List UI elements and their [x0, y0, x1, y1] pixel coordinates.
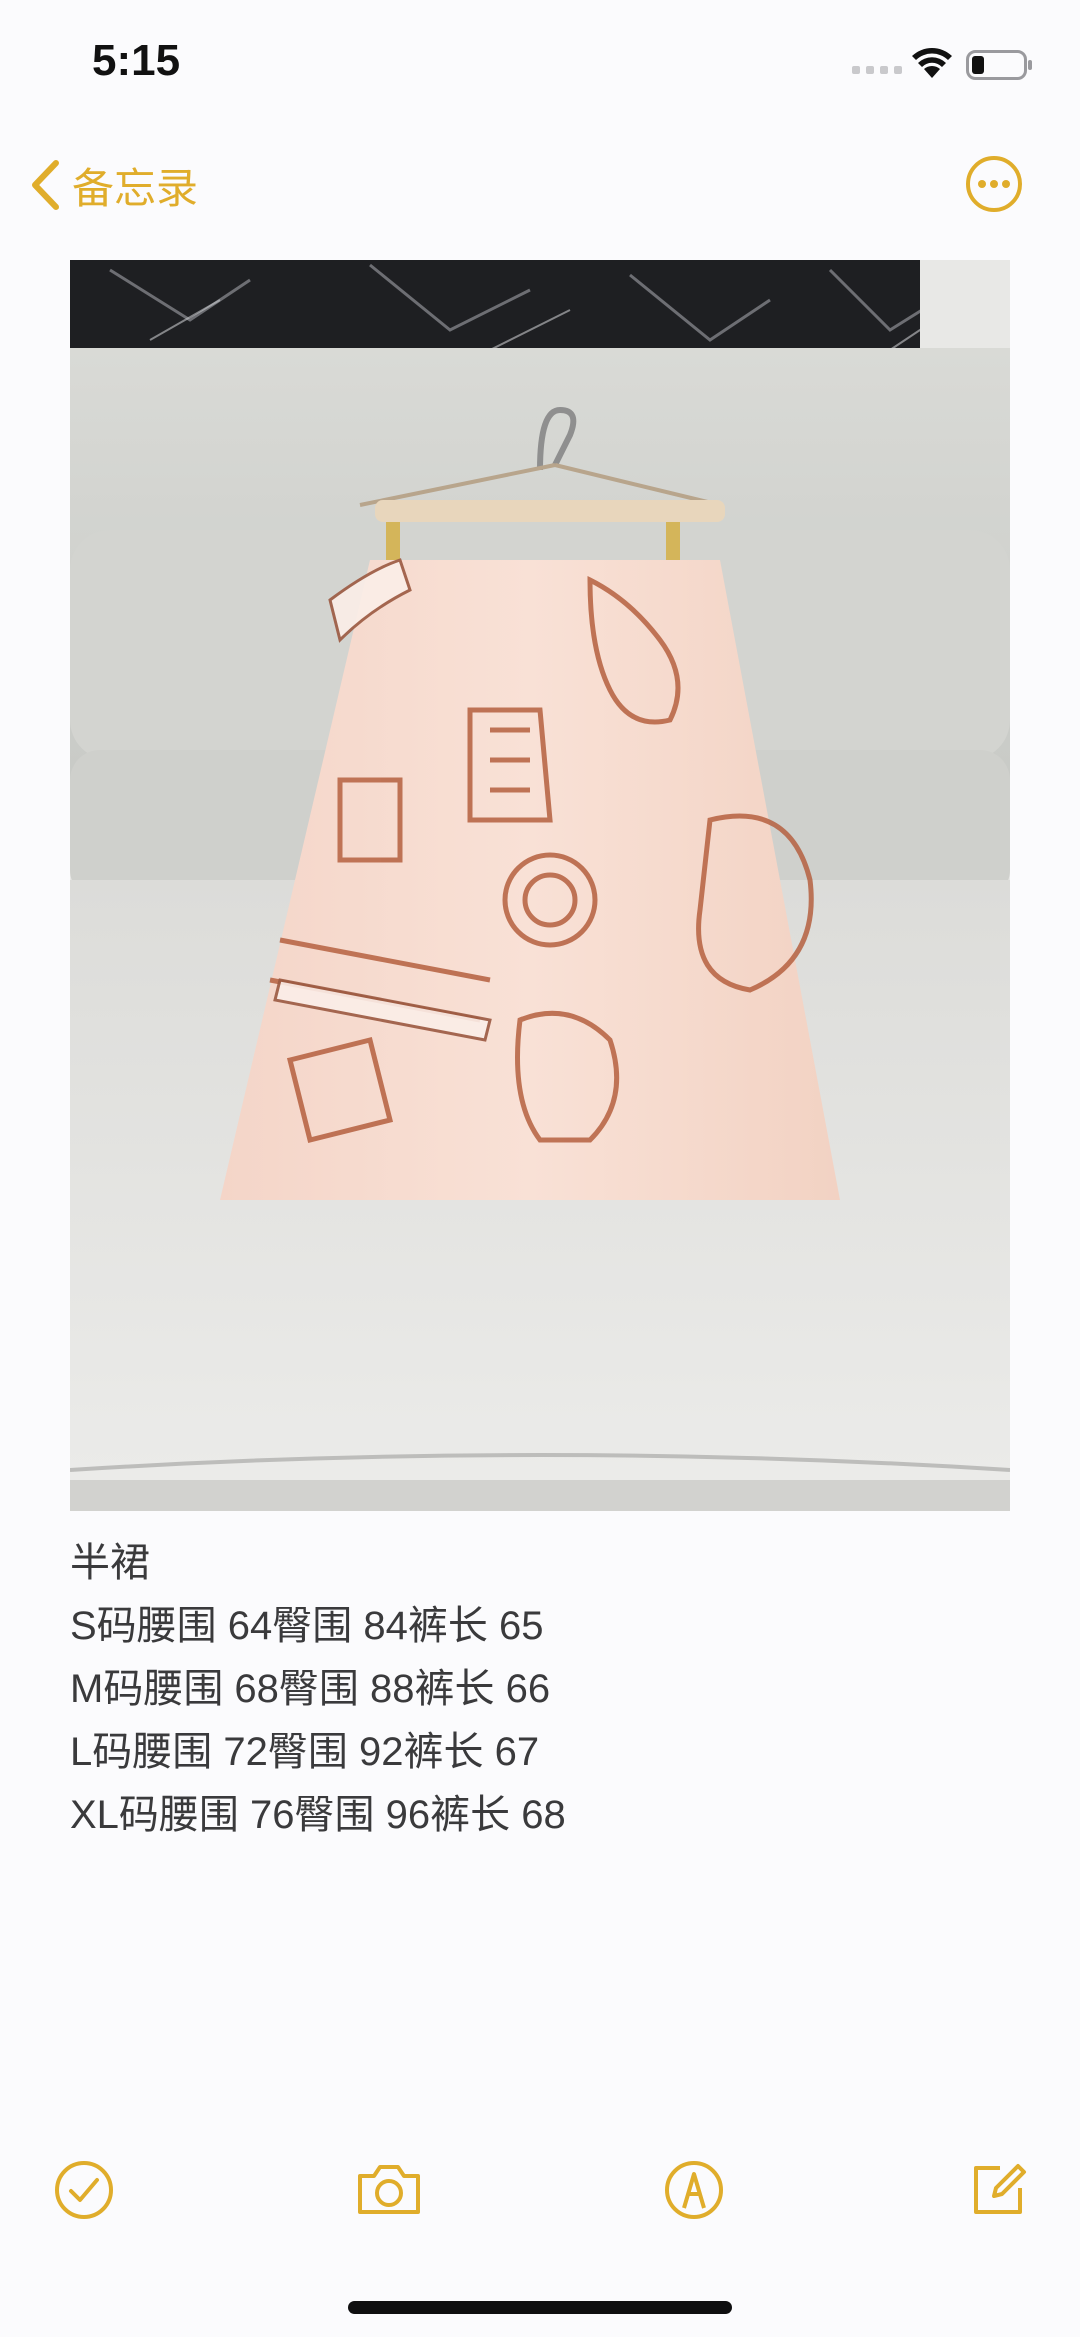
markup-icon[interactable] — [662, 2158, 726, 2222]
note-photo[interactable] — [70, 260, 1010, 1511]
checklist-icon[interactable] — [52, 2158, 116, 2222]
battery-icon — [966, 50, 1032, 80]
chevron-left-icon — [32, 160, 59, 210]
note-line-size-xl: XL码腰围 76臀围 96裤长 68 — [70, 1793, 566, 1837]
home-indicator[interactable] — [348, 2301, 732, 2314]
wifi-icon — [912, 48, 952, 78]
skirt-photo-image — [70, 260, 1010, 1511]
camera-icon[interactable] — [354, 2158, 424, 2222]
more-options-icon[interactable] — [964, 154, 1024, 214]
navigation-bar: 备忘录 — [0, 140, 1080, 230]
back-button[interactable]: 备忘录 — [28, 150, 198, 220]
cellular-signal-icon — [852, 66, 902, 74]
bottom-toolbar — [0, 2150, 1080, 2240]
note-line-title: 半裙 — [70, 1541, 150, 1585]
note-line-size-l: L码腰围 72臀围 92裤长 67 — [70, 1730, 540, 1774]
compose-icon[interactable] — [966, 2158, 1030, 2222]
status-bar: 5:15 — [0, 0, 1080, 130]
back-label: 备忘录 — [72, 164, 199, 212]
status-time: 5:15 — [92, 36, 181, 85]
note-line-size-s: S码腰围 64臀围 84裤长 65 — [70, 1604, 544, 1648]
note-line-size-m: M码腰围 68臀围 88裤长 66 — [70, 1667, 551, 1711]
note-body[interactable]: 半裙 S码腰围 64臀围 84裤长 65 M码腰围 68臀围 88裤长 66 L… — [70, 1532, 1010, 1847]
